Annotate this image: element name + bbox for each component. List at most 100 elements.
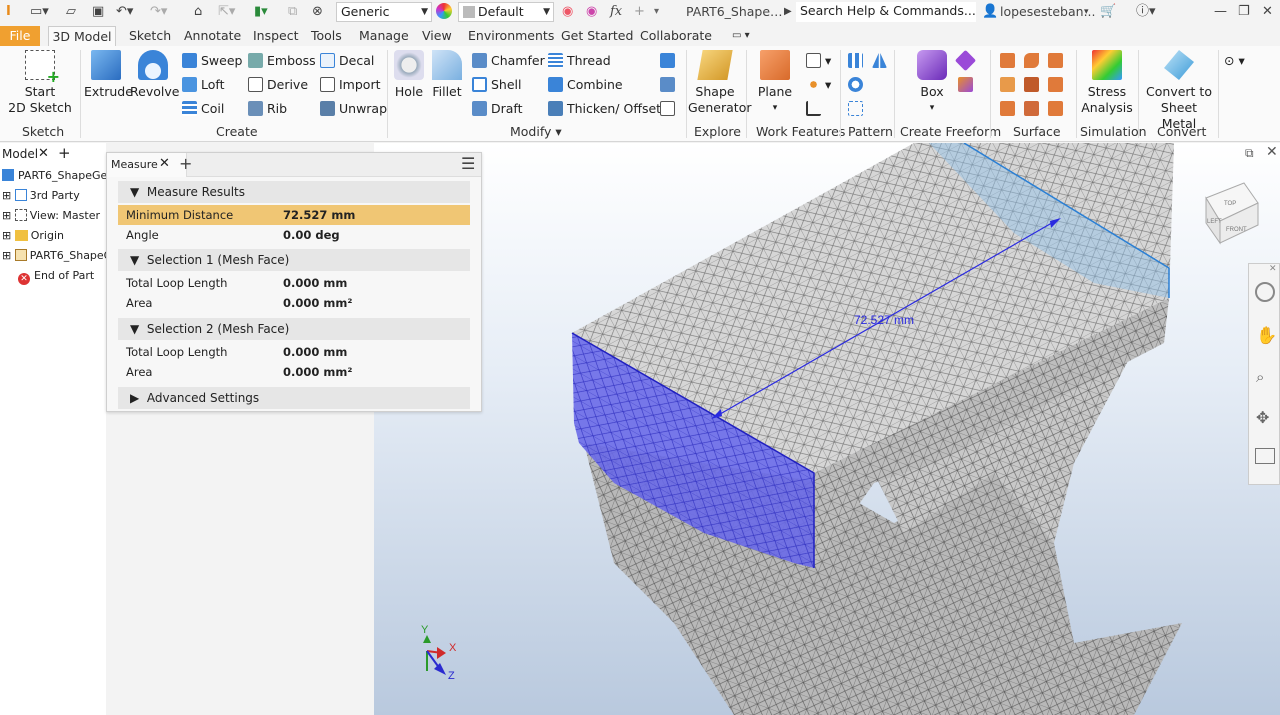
pan-icon[interactable]: ✋ [1256, 326, 1277, 346]
new-file-icon[interactable]: ▭▾ [30, 3, 49, 21]
adjust-appearance-icon[interactable]: ◉ [562, 3, 573, 21]
parameters-icon[interactable]: fx [610, 3, 622, 21]
freeform-box-button[interactable]: Box ▾ [910, 50, 954, 116]
model-view[interactable]: 72.527 mm Y X Z TOP LEFT FRONT [374, 143, 1280, 715]
selection-2-header[interactable]: ▼ Selection 2 (Mesh Face) [118, 318, 470, 340]
clear-appearance-icon[interactable]: ◉ [586, 3, 597, 21]
coil-button[interactable]: Coil [182, 100, 224, 118]
revolve-button[interactable]: Revolve [130, 50, 179, 100]
user-dropdown-icon[interactable]: ▾ [1084, 3, 1089, 21]
close-navbar-icon[interactable]: ✕ [1269, 264, 1277, 274]
emboss-button[interactable]: Emboss [248, 52, 316, 70]
close-icon[interactable]: ✕ [38, 145, 49, 163]
thread-button[interactable]: Thread [548, 52, 611, 70]
convert-sheet-metal-button[interactable]: Convert to Sheet Metal [1142, 50, 1216, 132]
tree-item-view-master[interactable]: ⊞ View: Master [2, 207, 100, 225]
add-tab-icon[interactable]: + [58, 144, 71, 162]
tab-inspect[interactable]: Inspect [253, 26, 299, 46]
circular-pattern-button[interactable] [848, 76, 867, 94]
tree-item-end-of-part[interactable]: ✕ End of Part [18, 267, 94, 285]
sel2-area-row[interactable]: Area 0.000 mm² [118, 362, 470, 382]
close-window-icon[interactable]: ✕ [1262, 3, 1273, 21]
cart-icon[interactable]: 🛒 [1100, 3, 1116, 21]
steering-wheel-icon[interactable] [1255, 282, 1275, 302]
replace-face-button[interactable] [1048, 76, 1067, 94]
tab-annotate[interactable]: Annotate [184, 26, 241, 46]
tab-sketch[interactable]: Sketch [129, 26, 171, 46]
tab-view[interactable]: View [422, 26, 452, 46]
fit-mesh-button[interactable] [1048, 100, 1067, 118]
draft-button[interactable]: Draft [472, 100, 523, 118]
ucs-button[interactable] [806, 100, 825, 118]
tab-manage[interactable]: Manage [359, 26, 409, 46]
update-icon[interactable]: ▮▾ [254, 3, 268, 21]
measure-tool-icon[interactable]: ⧉ [288, 3, 297, 21]
group-modify[interactable]: Modify ▾ [510, 124, 562, 140]
decal-button[interactable]: Decal [320, 52, 374, 70]
sel1-area-row[interactable]: Area 0.000 mm² [118, 293, 470, 313]
freeform-convert-button[interactable] [958, 76, 977, 94]
close-view-icon[interactable]: ✕ [1266, 144, 1278, 160]
axis-button[interactable]: ▾ [806, 52, 831, 70]
material-icon[interactable]: ⊗ [312, 3, 323, 21]
delete-surface-button[interactable] [1000, 100, 1019, 118]
minimize-icon[interactable]: — [1214, 3, 1227, 21]
fillet-button[interactable]: Fillet [430, 50, 464, 100]
combine-button[interactable]: Combine [548, 76, 623, 94]
viewcube[interactable]: TOP LEFT FRONT [1205, 182, 1259, 245]
tree-item-3rd-party[interactable]: ⊞ 3rd Party [2, 187, 80, 205]
ribbon-customize-icon[interactable]: ⊙ ▾ [1224, 52, 1245, 70]
measure-results-header[interactable]: ▼ Measure Results [118, 181, 470, 203]
derive-button[interactable]: Derive [248, 76, 308, 94]
close-measure-icon[interactable]: ✕ [159, 156, 170, 171]
start-sketch-button[interactable]: + Start 2D Sketch [6, 50, 74, 116]
help-icon[interactable]: ⓘ▾ [1136, 3, 1156, 21]
restore-view-icon[interactable]: ⧉ [1245, 146, 1254, 161]
tree-item-root[interactable]: PART6_ShapeGene [2, 167, 121, 185]
select-icon[interactable]: ⇱▾ [218, 3, 235, 21]
open-folder-icon[interactable]: ▱ [66, 3, 76, 21]
point-button[interactable]: ▾ [806, 76, 831, 94]
unwrap-button[interactable]: Unwrap [320, 100, 387, 118]
restore-icon[interactable]: ❐ [1238, 3, 1250, 21]
user-icon[interactable]: 👤 [982, 3, 998, 21]
plane-button[interactable]: Plane ▾ [756, 50, 794, 116]
user-name[interactable]: lopesesteban... [1000, 3, 1096, 21]
home-icon[interactable]: ⌂ [194, 3, 202, 21]
graphics-viewport[interactable]: 72.527 mm Y X Z TOP LEFT FRONT ⧉ ✕ ✕ ✋ ⌕ [374, 143, 1280, 715]
appearance-dropdown[interactable]: Generic ▼ [336, 2, 432, 22]
sketch-pattern-button[interactable] [848, 100, 867, 118]
extend-button[interactable] [1024, 76, 1043, 94]
tree-item-origin[interactable]: ⊞ Origin [2, 227, 64, 245]
tab-collaborate[interactable]: Collaborate [640, 26, 712, 46]
browser-tab-model[interactable]: Model [2, 145, 38, 163]
sweep-button[interactable]: Sweep [182, 52, 242, 70]
import-button[interactable]: Import [320, 76, 381, 94]
chamfer-button[interactable]: Chamfer [472, 52, 545, 70]
delete-face-button[interactable] [660, 100, 679, 118]
undo-icon[interactable]: ↶▾ [116, 3, 133, 21]
orbit-icon[interactable]: ✥ [1256, 408, 1269, 427]
freeform-edit-button[interactable] [954, 49, 977, 72]
add-measure-tab-icon[interactable]: + [179, 154, 192, 173]
advanced-settings-header[interactable]: ▶ Advanced Settings [118, 387, 470, 409]
tab-get-started[interactable]: Get Started [561, 26, 633, 46]
zoom-icon[interactable]: ⌕ [1256, 368, 1264, 386]
sculpt-button[interactable] [1024, 52, 1043, 70]
mirror-button[interactable] [872, 52, 891, 70]
sel2-loop-row[interactable]: Total Loop Length 0.000 mm [118, 342, 470, 362]
measure-menu-icon[interactable]: ☰ [461, 154, 475, 173]
move-face-button[interactable] [660, 76, 679, 94]
split-button[interactable] [660, 52, 679, 70]
sel1-loop-row[interactable]: Total Loop Length 0.000 mm [118, 273, 470, 293]
trim-button[interactable] [1000, 76, 1019, 94]
color-wheel-icon[interactable] [436, 3, 452, 19]
redo-icon[interactable]: ↷▾ [150, 3, 167, 21]
shape-generator-button[interactable]: Shape Generator [688, 50, 751, 116]
extrude-button[interactable]: Extrude [84, 50, 133, 100]
min-distance-row[interactable]: Minimum Distance 72.527 mm [118, 205, 470, 225]
tab-file[interactable]: File [0, 26, 40, 46]
rectangular-pattern-button[interactable] [848, 52, 867, 70]
customize-icon[interactable]: ▾ [654, 3, 659, 21]
search-input[interactable]: Search Help & Commands... [796, 2, 976, 22]
